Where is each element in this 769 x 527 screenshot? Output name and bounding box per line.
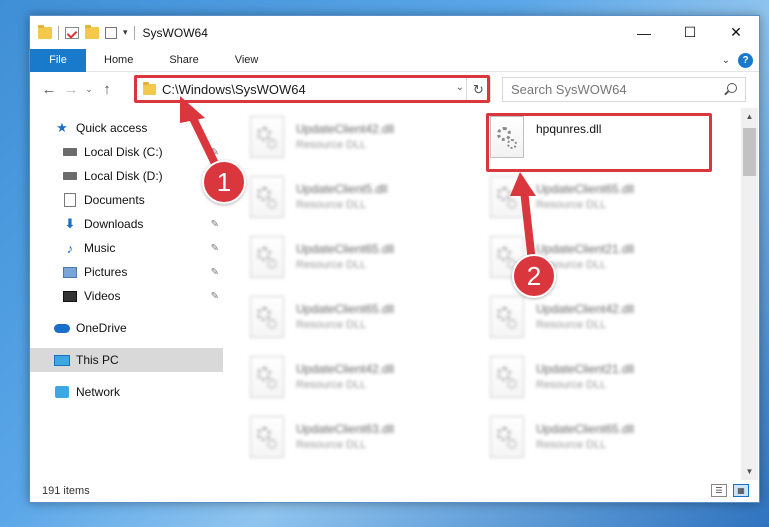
step-1-callout: 1 (202, 160, 246, 204)
arrow-1-head (180, 96, 205, 123)
annotation-arrows (180, 96, 536, 266)
arrow-2-head (510, 172, 536, 196)
arrow-2 (520, 186, 536, 266)
step-2-callout: 2 (512, 254, 556, 298)
